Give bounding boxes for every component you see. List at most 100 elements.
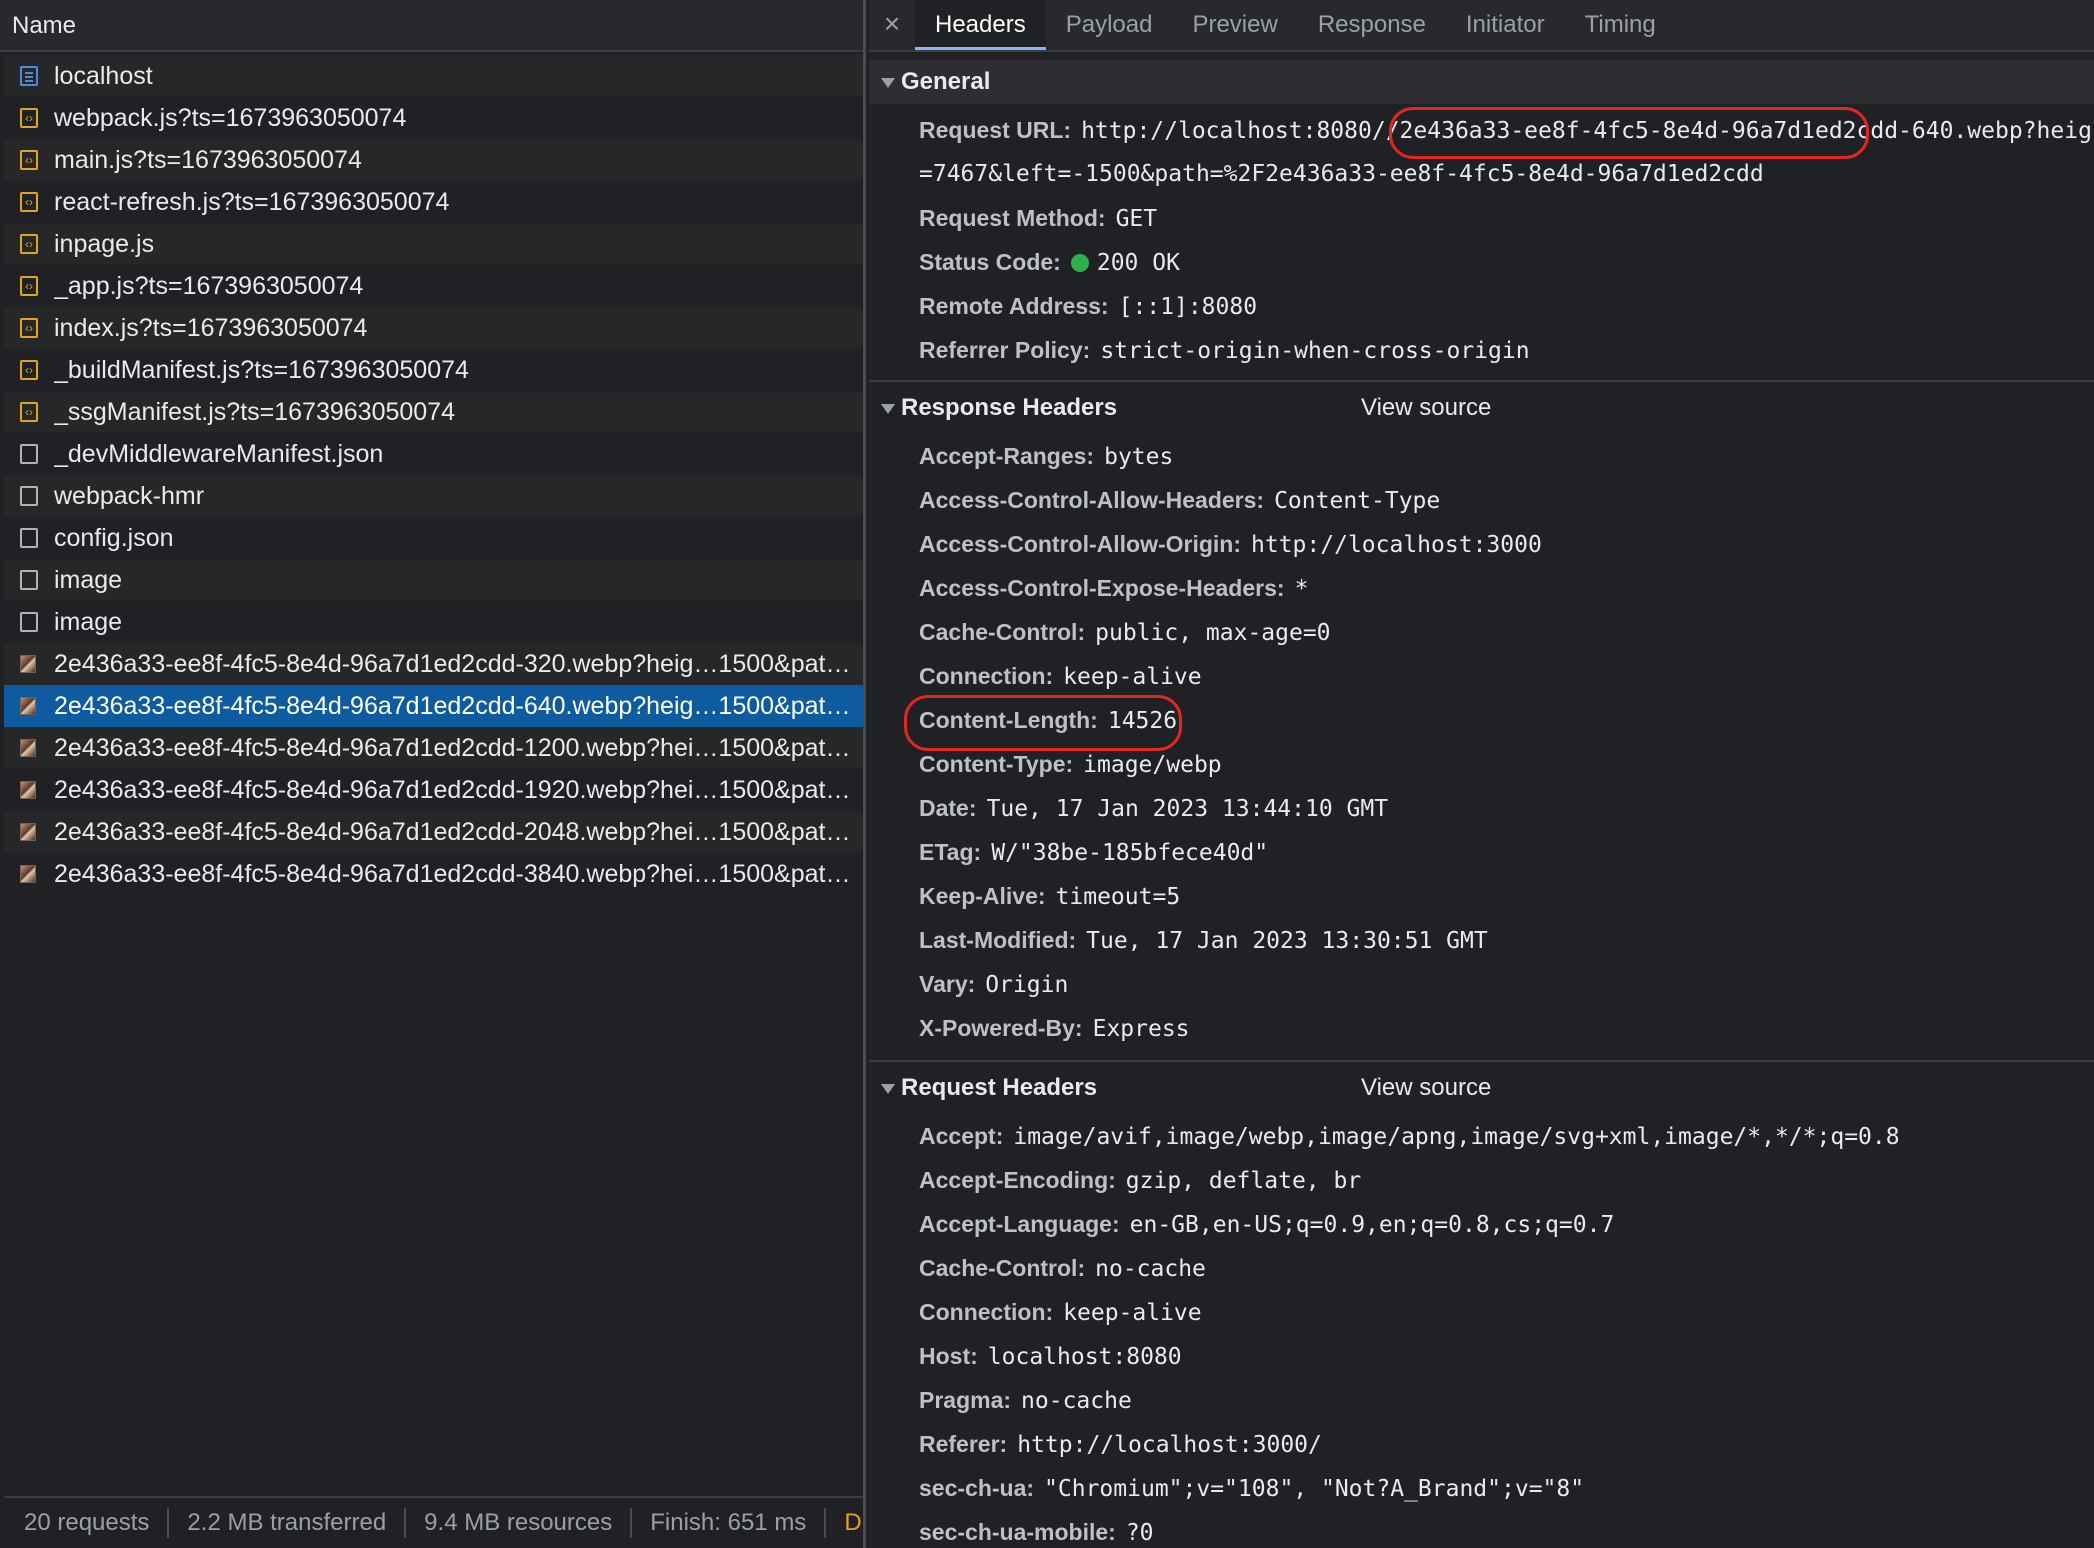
request-row[interactable]: _devMiddlewareManifest.json — [4, 433, 863, 475]
header-row: Connection: keep-alive — [919, 1290, 2088, 1335]
status-code-row: Status Code: 200 OK — [919, 240, 2088, 285]
header-row: Access-Control-Allow-Headers: Content-Typ… — [919, 478, 2088, 523]
header-name: Accept-Encoding: — [919, 1167, 1116, 1193]
header-value[interactable]: image/webp — [1083, 752, 1221, 778]
header-value[interactable]: "Chromium";v="108", "Not?A_Brand";v="8" — [1044, 1476, 1584, 1502]
response-headers-section-header[interactable]: Response Headers View source — [869, 386, 2094, 430]
resources-size: 9.4 MB resources — [424, 1509, 613, 1536]
header-value[interactable]: ?0 — [1126, 1520, 1154, 1546]
request-row[interactable]: webpack-hmr — [4, 475, 863, 517]
header-value[interactable]: no-cache — [1021, 1388, 1132, 1414]
header-name: Accept-Language: — [919, 1211, 1120, 1237]
header-value[interactable]: gzip, deflate, br — [1126, 1168, 1361, 1194]
request-name: inpage.js — [54, 230, 155, 258]
request-name: 2e436a33-ee8f-4fc5-8e4d-96a7d1ed2cdd-384… — [54, 860, 854, 888]
image-thumbnail-icon — [20, 739, 36, 757]
divider — [630, 1508, 633, 1538]
request-row[interactable]: webpack.js?ts=1673963050074 — [4, 97, 863, 139]
request-headers-title: Request Headers — [901, 1074, 1098, 1101]
request-row[interactable]: image — [4, 601, 863, 643]
header-value[interactable]: Origin — [985, 972, 1068, 998]
close-details-icon[interactable]: × — [869, 0, 915, 50]
request-count: 20 requests — [24, 1509, 150, 1536]
request-view-source-link[interactable]: View source — [1361, 1066, 1491, 1110]
name-column-header[interactable]: Name — [0, 0, 863, 52]
request-rows: localhost webpack.js?ts=1673963050074 main… — [4, 55, 863, 895]
request-row[interactable]: 2e436a33-ee8f-4fc5-8e4d-96a7d1ed2cdd-120… — [4, 727, 863, 769]
divider — [824, 1508, 827, 1538]
header-value[interactable]: Tue, 17 Jan 2023 13:44:10 GMT — [987, 796, 1389, 822]
request-row-selected[interactable]: 2e436a33-ee8f-4fc5-8e4d-96a7d1ed2cdd-640… — [4, 685, 863, 727]
response-view-source-link[interactable]: View source — [1361, 386, 1491, 430]
header-name: Accept-Ranges: — [919, 443, 1095, 469]
request-row[interactable]: react-refresh.js?ts=1673963050074 — [4, 181, 863, 223]
header-name: Access-Control-Expose-Headers: — [919, 575, 1285, 601]
request-row[interactable]: image — [4, 559, 863, 601]
collapse-triangle-icon — [881, 1084, 895, 1094]
request-row[interactable]: _buildManifest.js?ts=1673963050074 — [4, 349, 863, 391]
remote-address-key: Remote Address: — [919, 293, 1109, 319]
request-row[interactable]: inpage.js — [4, 223, 863, 265]
request-row[interactable]: 2e436a33-ee8f-4fc5-8e4d-96a7d1ed2cdd-384… — [4, 853, 863, 895]
header-value[interactable]: keep-alive — [1063, 664, 1201, 690]
header-value[interactable]: localhost:8080 — [988, 1344, 1182, 1370]
header-value[interactable]: public, max-age=0 — [1095, 620, 1330, 646]
header-name: Pragma: — [919, 1387, 1012, 1413]
header-value[interactable]: Tue, 17 Jan 2023 13:30:51 GMT — [1086, 928, 1488, 954]
request-row[interactable]: localhost — [4, 55, 863, 97]
header-value[interactable]: http://localhost:3000/ — [1017, 1432, 1322, 1458]
request-row[interactable]: 2e436a33-ee8f-4fc5-8e4d-96a7d1ed2cdd-204… — [4, 811, 863, 853]
status-code-key: Status Code: — [919, 249, 1061, 275]
request-row[interactable]: index.js?ts=1673963050074 — [4, 307, 863, 349]
header-value[interactable]: * — [1295, 576, 1309, 602]
header-row: Cache-Control: public, max-age=0 — [919, 610, 2088, 655]
tab-preview[interactable]: Preview — [1172, 0, 1297, 50]
header-value[interactable]: image/avif,image/webp,image/apng,image/s… — [1013, 1124, 1899, 1150]
request-name: config.json — [54, 524, 174, 552]
header-value[interactable]: Content-Type — [1274, 488, 1440, 514]
general-section-header[interactable]: General — [869, 60, 2094, 104]
tab-headers[interactable]: Headers — [915, 0, 1046, 50]
request-row[interactable]: main.js?ts=1673963050074 — [4, 139, 863, 181]
header-name: X-Powered-By: — [919, 1015, 1083, 1041]
header-name: Content-Type: — [919, 751, 1074, 777]
header-name: Connection: — [919, 1299, 1054, 1325]
header-row: ETag: W/"38be-185bfece40d" — [919, 830, 2088, 875]
header-row: sec-ch-ua-mobile: ?0 — [919, 1510, 2088, 1548]
request-row[interactable]: _app.js?ts=1673963050074 — [4, 265, 863, 307]
blank-file-icon — [20, 444, 38, 464]
header-value[interactable]: keep-alive — [1063, 1300, 1201, 1326]
blank-file-icon — [20, 486, 38, 506]
header-value[interactable]: 14526 — [1108, 708, 1177, 734]
referrer-policy-key: Referrer Policy: — [919, 337, 1091, 363]
request-headers-section-header[interactable]: Request Headers View source — [869, 1066, 2094, 1110]
header-row: Keep-Alive: timeout=5 — [919, 874, 2088, 919]
header-value[interactable]: en-GB,en-US;q=0.9,en;q=0.8,cs;q=0.7 — [1130, 1212, 1615, 1238]
tab-initiator[interactable]: Initiator — [1446, 0, 1565, 50]
header-value[interactable]: timeout=5 — [1056, 884, 1181, 910]
request-url-query-start: ?height — [2022, 118, 2094, 144]
tab-list: Headers Payload Preview Response Initiator Ti… — [915, 0, 1676, 50]
tab-response[interactable]: Response — [1298, 0, 1446, 50]
tab-payload[interactable]: Payload — [1046, 0, 1173, 50]
request-url-value[interactable]: http://localhost:8080//2e436a33-ee8f-4fc… — [1081, 118, 2094, 144]
header-value[interactable]: bytes — [1104, 444, 1173, 470]
header-value[interactable]: W/"38be-185bfece40d" — [991, 840, 1268, 866]
request-url-key: Request URL: — [919, 117, 1072, 143]
details-tab-bar: × Headers Payload Preview Response Initiator… — [869, 0, 2094, 52]
script-icon — [20, 350, 38, 390]
request-row[interactable]: _ssgManifest.js?ts=1673963050074 — [4, 391, 863, 433]
request-url-continuation: =7467&left=-1500&path=%2F2e436a33-ee8f-4… — [919, 161, 1764, 187]
tab-timing[interactable]: Timing — [1565, 0, 1676, 50]
request-row[interactable]: config.json — [4, 517, 863, 559]
header-value[interactable]: Express — [1093, 1016, 1190, 1042]
header-value[interactable]: no-cache — [1095, 1256, 1206, 1282]
request-list-panel: Name localhost webpack.js?ts=167396305007… — [0, 0, 866, 1548]
header-row: Pragma: no-cache — [919, 1378, 2088, 1423]
header-name: Keep-Alive: — [919, 883, 1046, 909]
header-value[interactable]: http://localhost:3000 — [1251, 532, 1542, 558]
request-row[interactable]: 2e436a33-ee8f-4fc5-8e4d-96a7d1ed2cdd-192… — [4, 769, 863, 811]
request-url-row: Request URL: http://localhost:8080//2e436… — [919, 108, 2094, 153]
request-method-key: Request Method: — [919, 205, 1106, 231]
request-row[interactable]: 2e436a33-ee8f-4fc5-8e4d-96a7d1ed2cdd-320… — [4, 643, 863, 685]
